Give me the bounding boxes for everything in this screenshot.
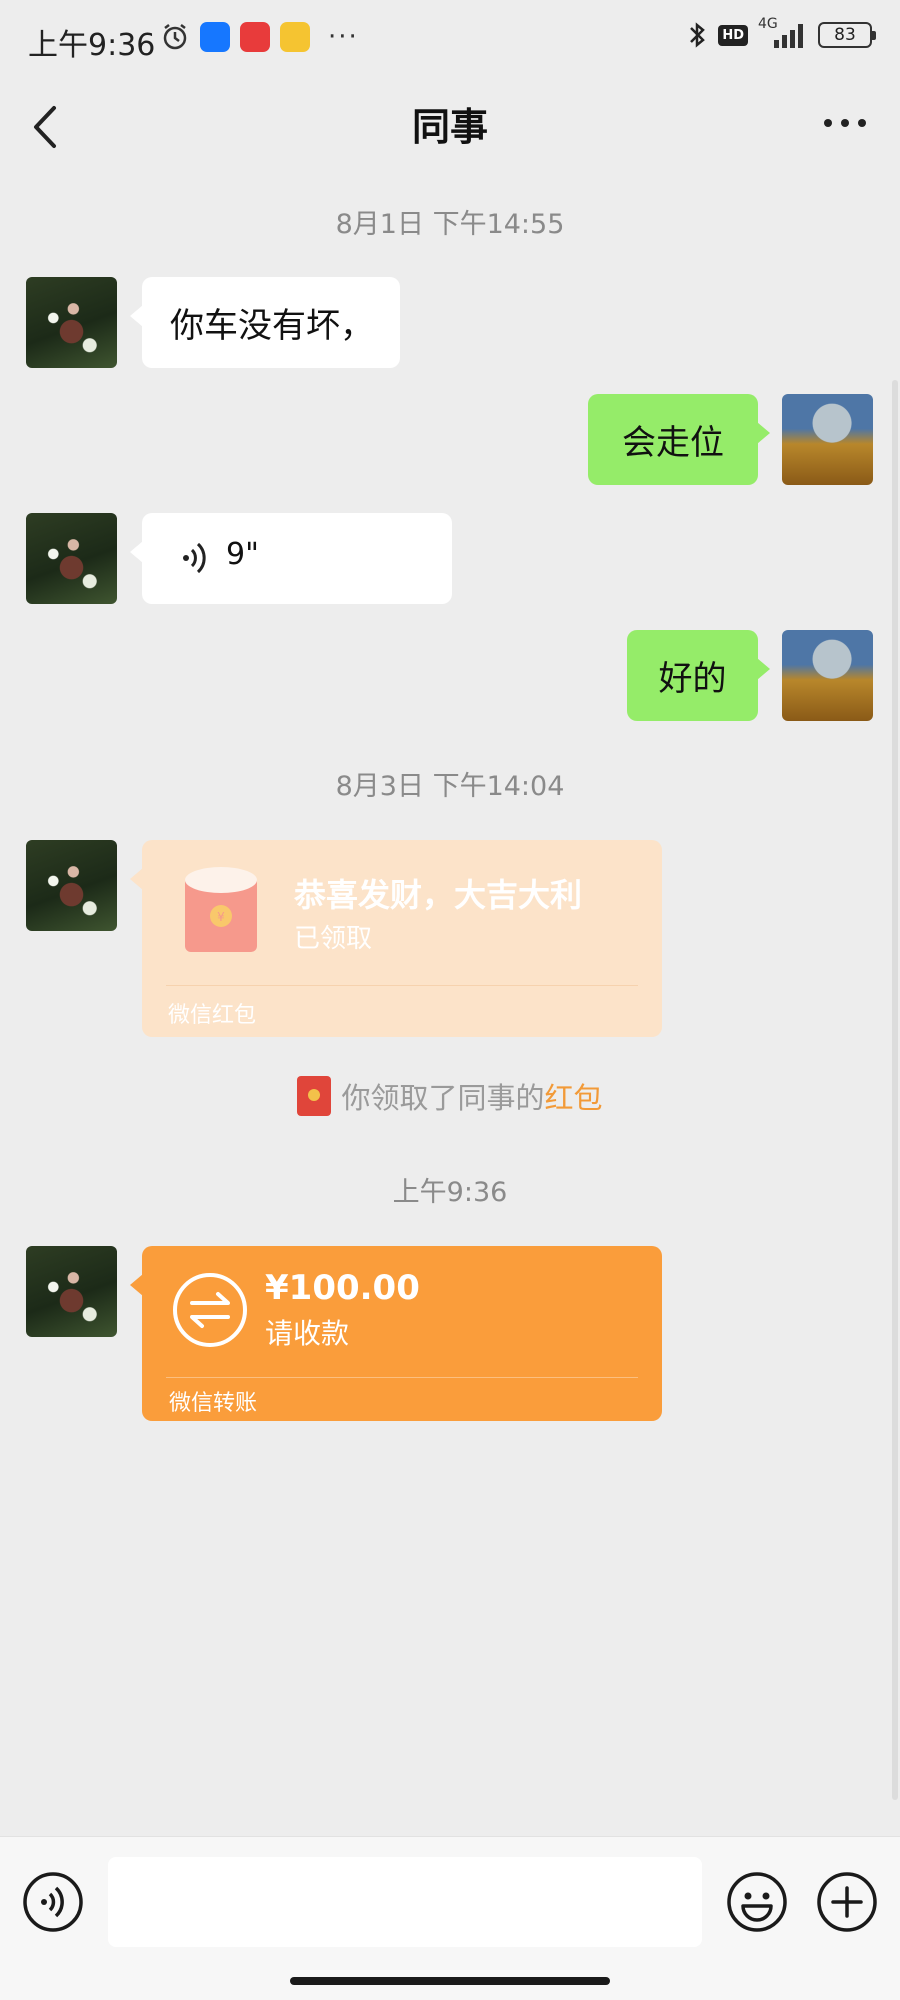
message-input[interactable] [108, 1857, 702, 1947]
transfer-action: 请收款 [265, 1317, 350, 1350]
divider [166, 1377, 638, 1378]
voice-wave-icon [183, 542, 206, 574]
contact-avatar[interactable] [26, 840, 117, 931]
divider [166, 985, 638, 986]
incoming-message-bubble[interactable]: 你车没有坏， [130, 277, 400, 368]
timestamp: 上午9:36 [392, 1177, 508, 1208]
status-right: HD 4G 83 [686, 16, 876, 50]
red-packet-footer: 微信红包 [168, 1003, 257, 1028]
voice-input-icon[interactable] [22, 1871, 84, 1933]
status-app-icons: ··· [160, 22, 359, 52]
outgoing-message-bubble[interactable]: 好的 [627, 630, 770, 721]
contact-avatar[interactable] [26, 1246, 117, 1337]
status-time: 上午9:36 [28, 28, 156, 63]
smile-icon[interactable] [726, 1871, 788, 1933]
red-packet-icon [297, 1076, 332, 1116]
chat-scrollbar[interactable] [892, 380, 898, 1800]
red-envelope-icon: ¥ [185, 867, 257, 952]
system-notice: 你领取了同事的 红包 [0, 1075, 900, 1117]
red-packet-status: 已领取 [294, 924, 373, 954]
my-avatar[interactable] [782, 394, 873, 485]
red-packet-title: 恭喜发财，大吉大利 [294, 876, 583, 914]
alarm-icon [163, 24, 187, 50]
contact-avatar[interactable] [26, 277, 117, 368]
red-packet-card[interactable]: ¥ 恭喜发财，大吉大利 已领取 微信红包 [130, 840, 662, 1037]
status-more-indicator: ··· [328, 22, 359, 52]
home-indicator[interactable] [290, 1977, 610, 1985]
message-text: 你车没有坏， [170, 306, 374, 346]
transfer-amount: ¥100.00 [265, 1268, 420, 1308]
system-notice-text: 你领取了同事的 [341, 1081, 545, 1115]
transfer-card[interactable]: ¥100.00 请收款 微信转账 [130, 1246, 662, 1421]
delivery-app-icon [280, 22, 310, 52]
contact-avatar[interactable] [26, 513, 117, 604]
message-text: 会走位 [622, 423, 724, 463]
status-bar: 上午9:36 ··· HD 4G 83 [0, 0, 900, 80]
timestamp: 8月1日 下午14:55 [335, 209, 565, 240]
network-label: 4G [758, 16, 778, 32]
alipay-icon [200, 22, 230, 52]
battery-indicator: 83 [818, 22, 876, 48]
back-chevron-icon[interactable] [26, 102, 66, 152]
chat-title: 同事 [411, 105, 488, 149]
message-text: 好的 [658, 659, 727, 699]
transfer-footer: 微信转账 [169, 1391, 258, 1416]
more-dots-icon[interactable] [820, 108, 870, 138]
voice-message-bubble[interactable]: 9" [130, 513, 452, 604]
outgoing-message-bubble[interactable]: 会走位 [588, 394, 770, 485]
red-packet-link[interactable]: 红包 [545, 1075, 603, 1117]
shopping-app-icon [240, 22, 270, 52]
input-bar [0, 1836, 900, 2000]
svg-text:¥: ¥ [217, 910, 225, 924]
timestamp: 8月3日 下午14:04 [335, 771, 565, 802]
plus-circle-icon[interactable] [816, 1871, 878, 1933]
transfer-arrows-icon [173, 1273, 247, 1347]
hd-badge: HD [718, 24, 748, 46]
voice-duration: 9" [226, 537, 259, 572]
my-avatar[interactable] [782, 630, 873, 721]
signal-icon: 4G [758, 16, 808, 50]
bluetooth-icon [690, 22, 706, 48]
